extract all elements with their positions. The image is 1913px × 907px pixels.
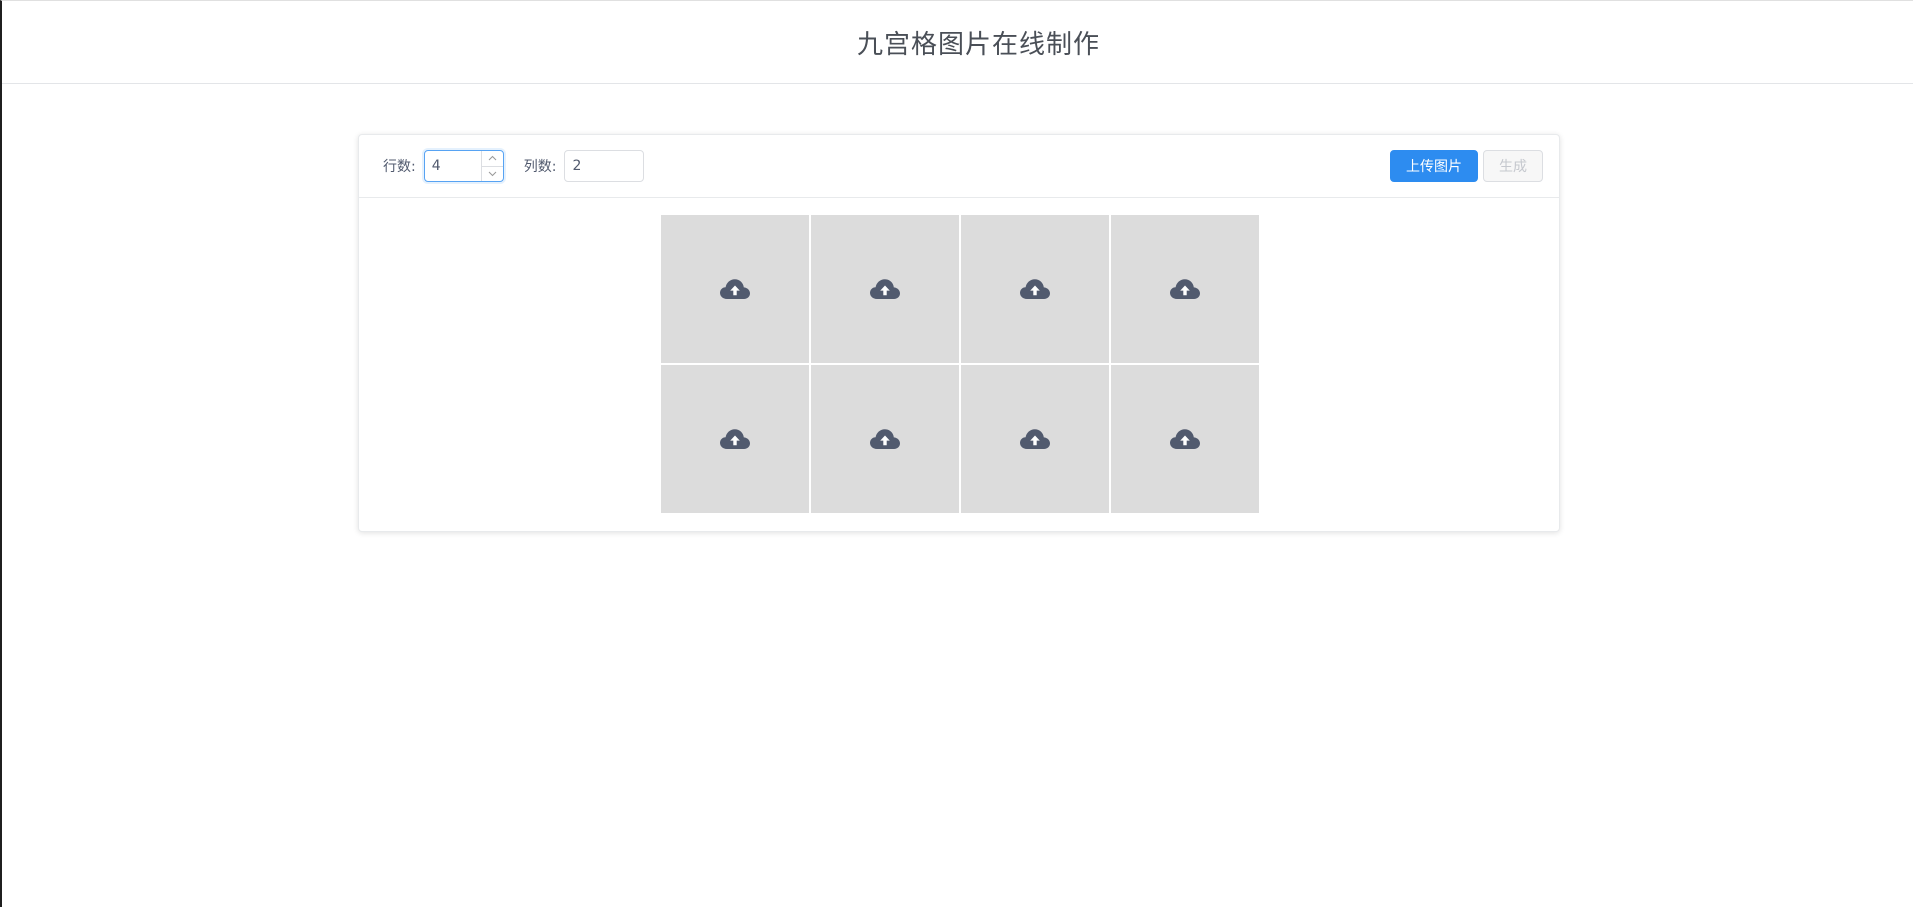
toolbar: 行数: 列数: 上传图片 生成: [359, 135, 1559, 198]
rows-number-input[interactable]: [423, 150, 504, 182]
grid-cell-6[interactable]: [811, 365, 959, 513]
grid-cell-7[interactable]: [961, 365, 1109, 513]
cloud-upload-icon: [870, 279, 900, 299]
grid-cell-3[interactable]: [961, 215, 1109, 363]
page: 九宫格图片在线制作 行数: 列数: 上传图片 生成: [0, 0, 1913, 907]
rows-increment-button[interactable]: [481, 151, 503, 167]
grid-cell-8[interactable]: [1111, 365, 1259, 513]
cloud-upload-icon: [1020, 429, 1050, 449]
cloud-upload-icon: [1020, 279, 1050, 299]
image-grid: [661, 215, 1259, 513]
page-header: 九宫格图片在线制作: [2, 1, 1913, 84]
grid-cell-2[interactable]: [811, 215, 959, 363]
cloud-upload-icon: [720, 279, 750, 299]
generate-button[interactable]: 生成: [1483, 150, 1543, 182]
rows-input[interactable]: [424, 151, 483, 181]
chevron-up-icon: [488, 156, 497, 161]
cloud-upload-icon: [720, 429, 750, 449]
rows-decrement-button[interactable]: [482, 167, 503, 182]
grid-cell-1[interactable]: [661, 215, 809, 363]
cloud-upload-icon: [870, 429, 900, 449]
chevron-down-icon: [488, 171, 497, 176]
cloud-upload-icon: [1170, 429, 1200, 449]
editor-card: 行数: 列数: 上传图片 生成: [358, 134, 1560, 532]
cols-label: 列数:: [523, 159, 557, 175]
cols-input[interactable]: [564, 150, 645, 182]
rows-stepper: [480, 151, 503, 182]
page-title: 九宫格图片在线制作: [856, 29, 1100, 60]
rows-label: 行数:: [383, 159, 416, 175]
cloud-upload-icon: [1170, 279, 1200, 299]
image-grid-area: [661, 215, 1259, 514]
upload-image-button[interactable]: 上传图片: [1390, 150, 1478, 182]
grid-cell-5[interactable]: [661, 365, 809, 513]
grid-cell-4[interactable]: [1111, 215, 1259, 363]
